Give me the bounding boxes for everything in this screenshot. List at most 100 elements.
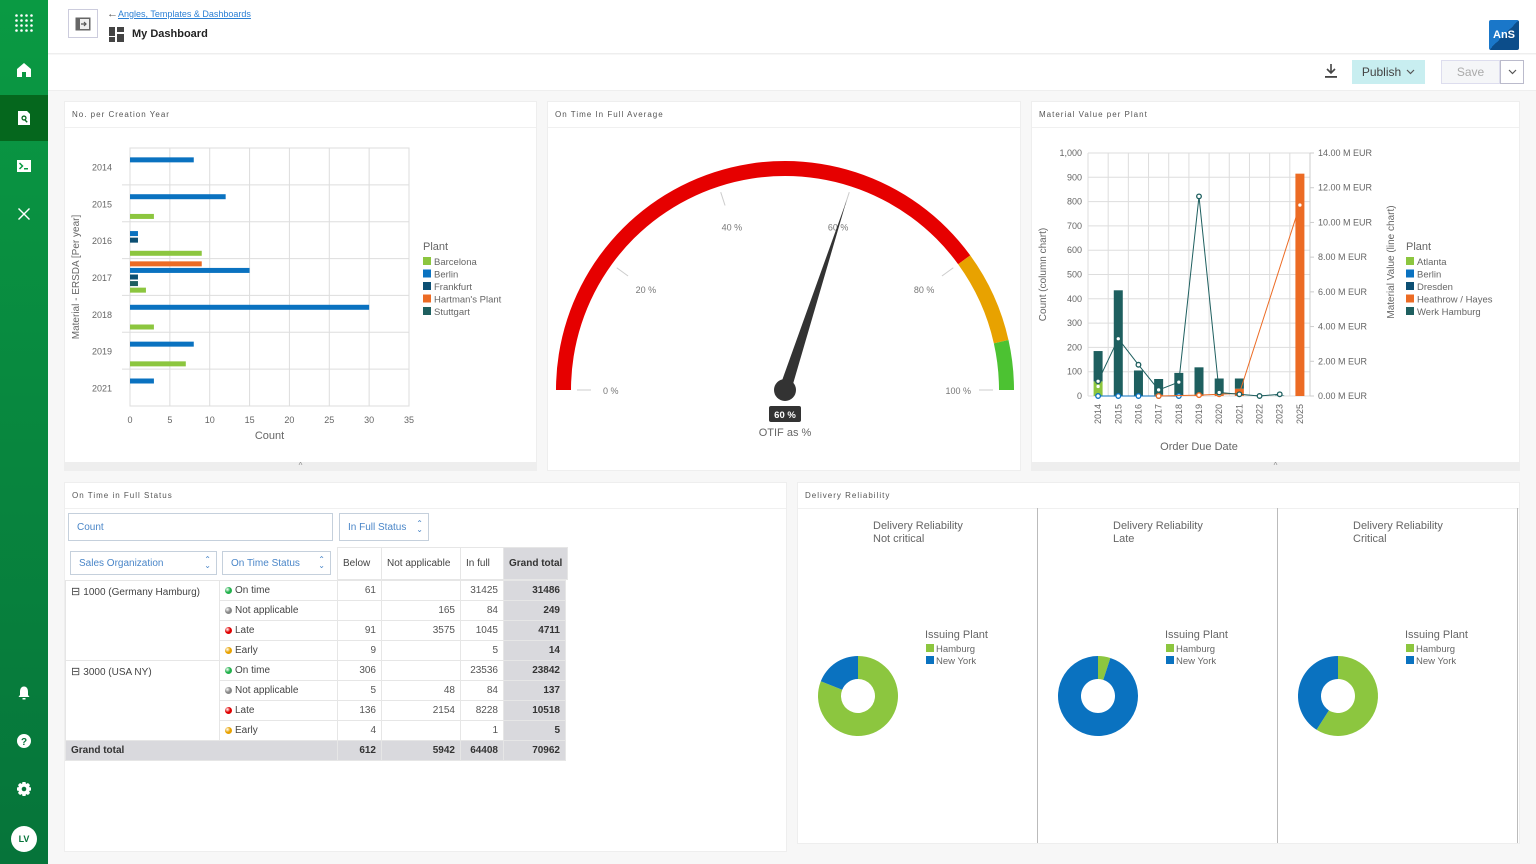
publish-button[interactable]: Publish bbox=[1352, 60, 1425, 84]
grid-dot bbox=[15, 29, 18, 32]
x-tick-label: 10 bbox=[205, 415, 215, 425]
legend-label: Barcelona bbox=[434, 257, 477, 268]
legend-label: Dresden bbox=[1417, 282, 1453, 293]
row-field-select-1[interactable]: Sales Organization ⌃ ⌄ bbox=[70, 551, 217, 575]
bar-frankfurt bbox=[130, 274, 138, 280]
value-cell: 5 bbox=[503, 720, 566, 741]
status-dot-icon bbox=[225, 627, 232, 634]
x-tick-label: 2014 bbox=[1093, 404, 1103, 424]
group-label: 1000 (Germany Hamburg) bbox=[83, 587, 200, 598]
x-tick-label: 25 bbox=[324, 415, 334, 425]
gauge-tick bbox=[941, 267, 954, 277]
value-cell: 5 bbox=[337, 680, 382, 701]
y-tick-label: 2016 bbox=[92, 236, 112, 246]
value-cell: 4 bbox=[337, 720, 382, 741]
row-group-cell: ⊟ 1000 (Germany Hamburg) bbox=[65, 580, 220, 661]
legend-title: Plant bbox=[1406, 241, 1431, 253]
x-tick-label: 2020 bbox=[1214, 404, 1224, 424]
line-point bbox=[1095, 383, 1102, 390]
legend-label: Berlin bbox=[1417, 270, 1441, 281]
legend-label: New York bbox=[936, 656, 976, 667]
y2-tick-label: 4.00 M EUR bbox=[1318, 322, 1368, 332]
bar-berlin bbox=[130, 378, 154, 384]
status-dot-icon bbox=[225, 607, 232, 614]
gauge-tick bbox=[720, 192, 726, 206]
row-field-select-2[interactable]: On Time Status ⌃ ⌄ bbox=[222, 551, 331, 575]
help-button[interactable]: ? bbox=[0, 718, 48, 764]
bar-barcelona bbox=[130, 287, 146, 293]
value-cell: 31486 bbox=[503, 580, 566, 601]
bar-barcelona bbox=[130, 250, 202, 256]
line-point bbox=[1216, 389, 1223, 396]
donut-chart: Issuing Plant HamburgNew York bbox=[1298, 629, 1468, 736]
column-field-label: In Full Status bbox=[348, 521, 407, 533]
y-tick-label: 2018 bbox=[92, 310, 112, 320]
column-header[interactable]: Not applicable bbox=[381, 547, 461, 580]
value-cell: 1045 bbox=[460, 620, 504, 641]
x-tick-label: 2015 bbox=[1113, 404, 1123, 424]
gauge-pivot bbox=[774, 379, 796, 401]
download-icon[interactable] bbox=[1324, 63, 1338, 79]
status-cell: Not applicable bbox=[219, 680, 338, 701]
x-tick-label: 2023 bbox=[1275, 404, 1285, 424]
home-button[interactable] bbox=[0, 47, 48, 93]
y2-tick-label: 14.00 M EUR bbox=[1318, 148, 1373, 158]
column-field-select[interactable]: In Full Status ⌃ ⌄ bbox=[339, 513, 429, 541]
value-cell: 84 bbox=[460, 600, 504, 621]
column-header[interactable]: Below bbox=[337, 547, 382, 580]
status-dot-icon bbox=[225, 687, 232, 694]
value-field-select[interactable]: Count bbox=[68, 513, 333, 541]
line-point bbox=[1095, 393, 1102, 399]
status-dot-icon bbox=[225, 587, 232, 594]
panel-title: No. per Creation Year bbox=[72, 110, 170, 119]
column-header[interactable]: In full bbox=[460, 547, 504, 580]
legend-label: Atlanta bbox=[1417, 257, 1447, 268]
row-group-cell: ⊟ 3000 (USA NY) bbox=[65, 660, 220, 741]
line-point bbox=[1135, 361, 1142, 368]
collapse-group-icon[interactable]: ⊟ bbox=[71, 666, 83, 678]
panel-title: On Time in Full Status bbox=[72, 491, 173, 500]
y2-tick-label: 0.00 M EUR bbox=[1318, 391, 1368, 401]
toggle-panel-button[interactable] bbox=[68, 9, 98, 38]
user-avatar-button[interactable]: LV bbox=[0, 816, 48, 862]
pivot-column-header: Below Not applicable In full Grand total bbox=[337, 547, 569, 580]
notifications-button[interactable] bbox=[0, 670, 48, 716]
x-axis-label: Count bbox=[255, 430, 284, 442]
y-tick-label: 300 bbox=[1067, 318, 1082, 328]
y-axis-label: Material - ERSDA [Per year] bbox=[71, 215, 82, 340]
legend-label: Berlin bbox=[434, 270, 458, 281]
collapse-button[interactable]: ^ bbox=[1032, 462, 1519, 470]
group-label: 3000 (USA NY) bbox=[83, 667, 152, 678]
value-cell bbox=[381, 580, 461, 601]
tools-button[interactable] bbox=[0, 191, 48, 237]
line-point bbox=[1115, 335, 1122, 342]
grand-total-row: Grand total 612 5942 64408 70962 bbox=[65, 740, 566, 761]
settings-button[interactable] bbox=[0, 766, 48, 812]
terminal-button[interactable] bbox=[0, 143, 48, 189]
value-cell: 306 bbox=[337, 660, 382, 681]
save-button[interactable]: Save bbox=[1441, 60, 1500, 84]
collapse-group-icon[interactable]: ⊟ bbox=[71, 586, 83, 598]
value-cell: 23536 bbox=[460, 660, 504, 681]
y-tick-label: 500 bbox=[1067, 270, 1082, 280]
donut-chart: Issuing Plant HamburgNew York bbox=[1058, 629, 1228, 736]
gauge-band bbox=[993, 340, 1014, 390]
breadcrumb-back-link[interactable]: Angles, Templates & Dashboards bbox=[118, 9, 251, 19]
collapse-button[interactable]: ^ bbox=[65, 462, 536, 470]
gauge-needle bbox=[779, 199, 847, 392]
x-tick-label: 2016 bbox=[1133, 404, 1143, 424]
sort-icon: ⌃ ⌄ bbox=[318, 555, 325, 570]
gauge-tick-label: 40 % bbox=[722, 222, 743, 232]
save-options-dropdown[interactable] bbox=[1500, 60, 1524, 84]
bar-stuttgart bbox=[130, 281, 138, 287]
line-point bbox=[1095, 378, 1102, 385]
line-point bbox=[1196, 392, 1202, 399]
y2-tick-label: 8.00 M EUR bbox=[1318, 252, 1368, 262]
grid-dot bbox=[30, 19, 33, 22]
legend-label: Frankfurt bbox=[434, 282, 472, 293]
search-document-button[interactable] bbox=[0, 95, 48, 141]
column-header[interactable]: Grand total bbox=[502, 547, 569, 580]
delivery-reliability-chart: Delivery Reliability Not critical Issuing … bbox=[798, 508, 1038, 843]
apps-grid-button[interactable] bbox=[0, 0, 48, 46]
back-arrow-icon[interactable]: ← bbox=[107, 8, 118, 20]
